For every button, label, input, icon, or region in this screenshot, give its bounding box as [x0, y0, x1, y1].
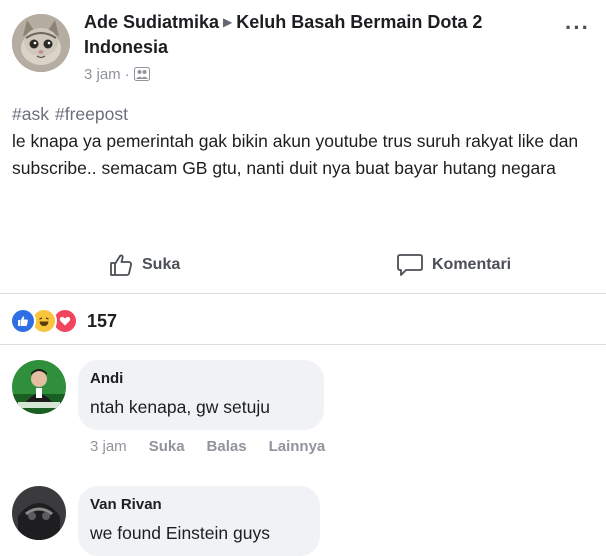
- commenter-avatar[interactable]: [12, 360, 66, 414]
- hashtag[interactable]: #ask: [12, 104, 49, 124]
- post-action-bar: Suka Komentari: [0, 240, 606, 290]
- commenter-name[interactable]: Van Rivan: [90, 494, 306, 516]
- comment-bubble: Andi ntah kenapa, gw setuju: [78, 360, 324, 430]
- comment-time[interactable]: 3 jam: [90, 438, 127, 455]
- post-time[interactable]: 3 jam: [84, 66, 121, 83]
- author-avatar[interactable]: [12, 14, 70, 72]
- more-options-icon[interactable]: ···: [565, 17, 590, 39]
- comment-text: ntah kenapa, gw setuju: [90, 397, 270, 417]
- post-body: #ask #freepost le knapa ya pemerintah gak…: [12, 101, 592, 182]
- post-meta: 3 jam ·: [84, 66, 150, 85]
- divider: [0, 344, 606, 345]
- like-button[interactable]: Suka: [108, 252, 180, 278]
- post-title-line: Ade Sudiatmika ▶ Keluh Basah Bermain Dota …: [84, 10, 524, 60]
- separator-dot: ·: [124, 66, 130, 83]
- like-button-label: Suka: [142, 256, 181, 273]
- group-audience-icon: [133, 67, 150, 85]
- hashtag[interactable]: #freepost: [55, 104, 128, 124]
- author-name[interactable]: Ade Sudiatmika: [84, 12, 219, 32]
- comment-like-button[interactable]: Suka: [149, 438, 185, 455]
- comment-bubble: Van Rivan we found Einstein guys: [78, 486, 320, 556]
- comment-text: we found Einstein guys: [90, 523, 270, 543]
- thumbs-up-icon: [110, 254, 132, 276]
- reaction-count: 157: [87, 310, 118, 331]
- commenter-name[interactable]: Andi: [90, 368, 310, 390]
- hashtags: #ask #freepost: [12, 101, 592, 128]
- reactions-summary[interactable]: 157: [10, 308, 117, 334]
- post-text: le knapa ya pemerintah gak bikin akun yo…: [12, 131, 579, 178]
- comment-reply-button[interactable]: Balas: [207, 438, 247, 455]
- comment-button-label: Komentari: [432, 256, 512, 273]
- like-reaction-icon: [10, 308, 36, 334]
- arrow-right-icon: ▶: [223, 15, 233, 29]
- comment-actions: 3 jam Suka Balas Lainnya: [90, 438, 325, 455]
- comment-bubble-icon: [397, 254, 423, 276]
- post-header: Ade Sudiatmika ▶ Keluh Basah Bermain Dota …: [0, 0, 606, 100]
- divider: [0, 293, 606, 294]
- comment-button[interactable]: Komentari: [396, 252, 511, 278]
- comment-more-button[interactable]: Lainnya: [269, 438, 326, 455]
- commenter-avatar[interactable]: [12, 486, 66, 540]
